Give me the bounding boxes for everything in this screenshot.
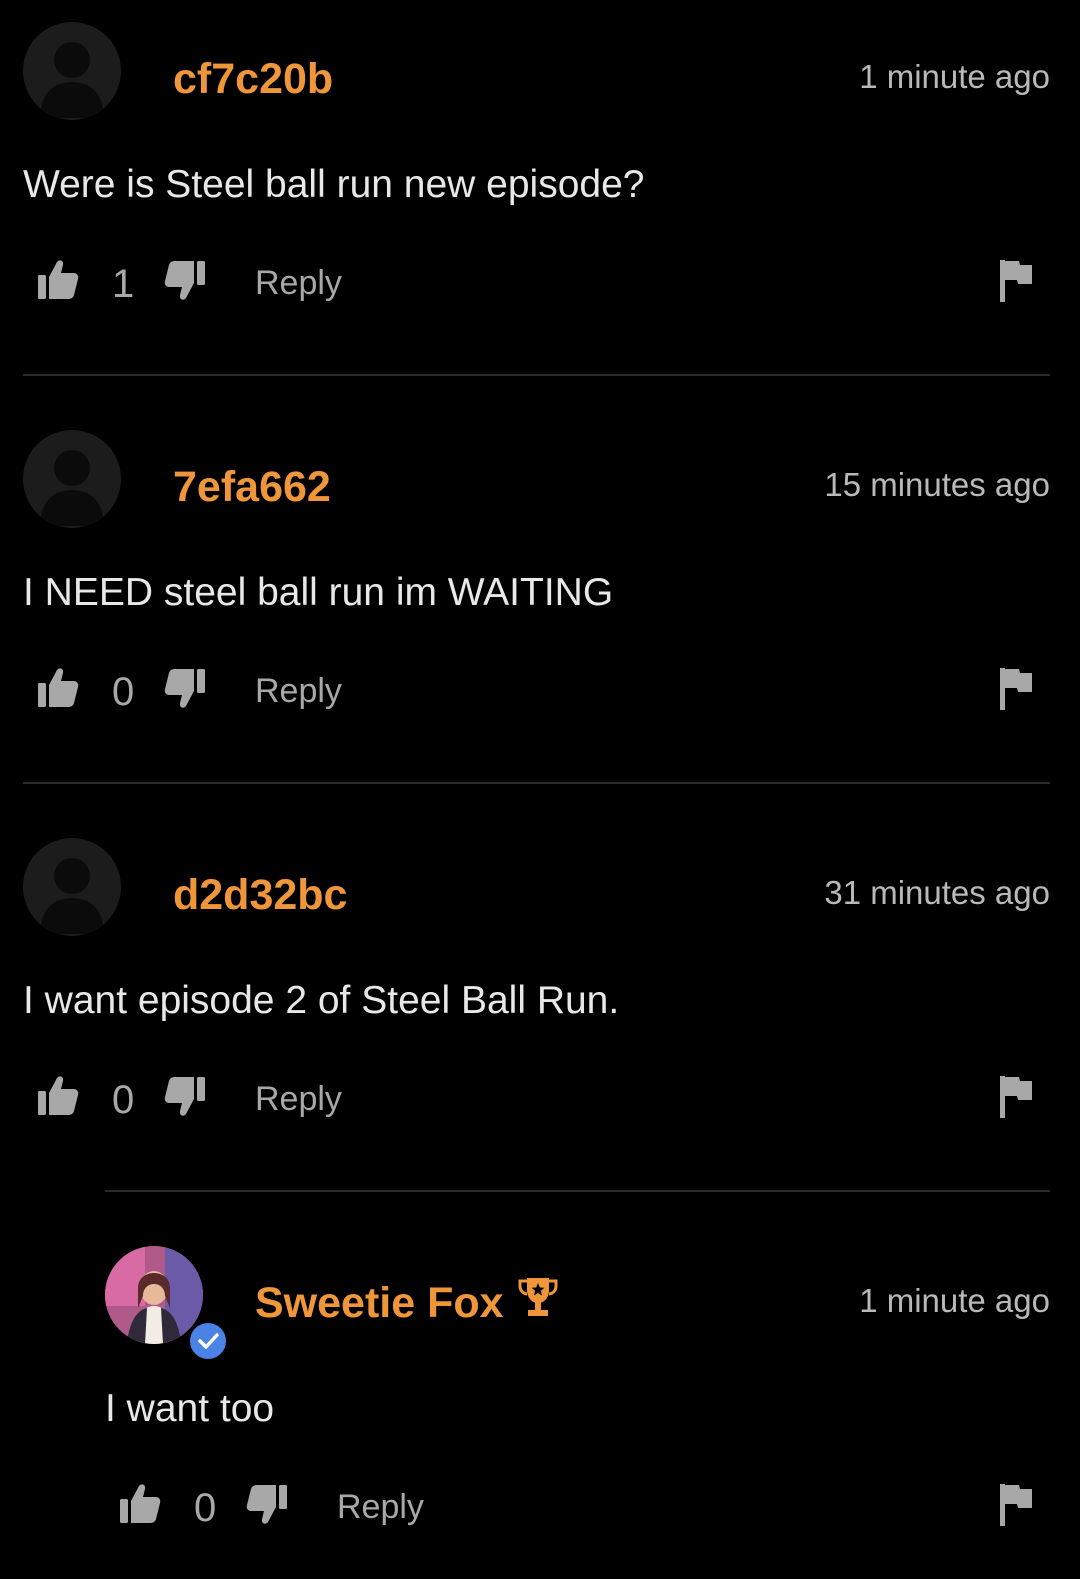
like-count: 0 [194,1486,217,1530]
action-row: 0 Reply [0,662,1080,722]
divider [23,782,1050,784]
action-row: 1 Reply [0,254,1080,314]
thumbs-down-icon[interactable] [246,1484,288,1526]
like-count: 1 [112,262,135,306]
flag-icon[interactable] [999,258,1033,302]
thumbs-down-icon[interactable] [164,1076,206,1118]
thumbs-up-icon[interactable] [37,1074,79,1116]
thumbs-down-icon[interactable] [164,260,206,302]
divider [23,374,1050,376]
timestamp: 31 minutes ago [824,874,1050,911]
thumbs-up-icon[interactable] [37,666,79,708]
comment-1: cf7c20b 1 minute ago Were is Steel ball … [0,0,1080,376]
flag-icon[interactable] [999,1074,1033,1118]
reply-button[interactable]: Reply [255,674,342,708]
action-row: 0 Reply [0,1478,1080,1538]
username[interactable]: Sweetie Fox [255,1282,504,1325]
reply-button[interactable]: Reply [255,266,342,300]
comment-2: 7efa662 15 minutes ago I NEED steel ball… [0,408,1080,784]
username[interactable]: cf7c20b [173,58,333,101]
username[interactable]: d2d32bc [173,874,347,917]
timestamp: 1 minute ago [859,1282,1050,1319]
comment-text: I want episode 2 of Steel Ball Run. [23,979,620,1022]
reply-button[interactable]: Reply [255,1082,342,1116]
comment-text: Were is Steel ball run new episode? [23,163,645,206]
timestamp: 15 minutes ago [824,466,1050,503]
checkmark-icon [198,1333,219,1349]
default-avatar-icon[interactable] [23,22,121,120]
like-count: 0 [112,670,135,714]
username[interactable]: 7efa662 [173,466,331,509]
trophy-icon [518,1278,558,1316]
action-row: 0 Reply [0,1070,1080,1130]
reply-button[interactable]: Reply [337,1490,424,1524]
like-count: 0 [112,1078,135,1122]
comment-text: I want too [105,1387,275,1430]
thumbs-up-icon[interactable] [119,1482,161,1524]
reply-comment: Sweetie Fox 1 minute ago I want too 0 Re… [0,1224,1080,1579]
default-avatar-icon[interactable] [23,430,121,528]
divider [105,1190,1050,1192]
timestamp: 1 minute ago [859,58,1050,95]
flag-icon[interactable] [999,1482,1033,1526]
comment-text: I NEED steel ball run im WAITING [23,571,614,614]
verified-badge [187,1320,229,1362]
flag-icon[interactable] [999,666,1033,710]
thumbs-down-icon[interactable] [164,668,206,710]
comment-3: d2d32bc 31 minutes ago I want episode 2 … [0,816,1080,1192]
thumbs-up-icon[interactable] [37,258,79,300]
profile-avatar[interactable] [105,1246,203,1344]
default-avatar-icon[interactable] [23,838,121,936]
